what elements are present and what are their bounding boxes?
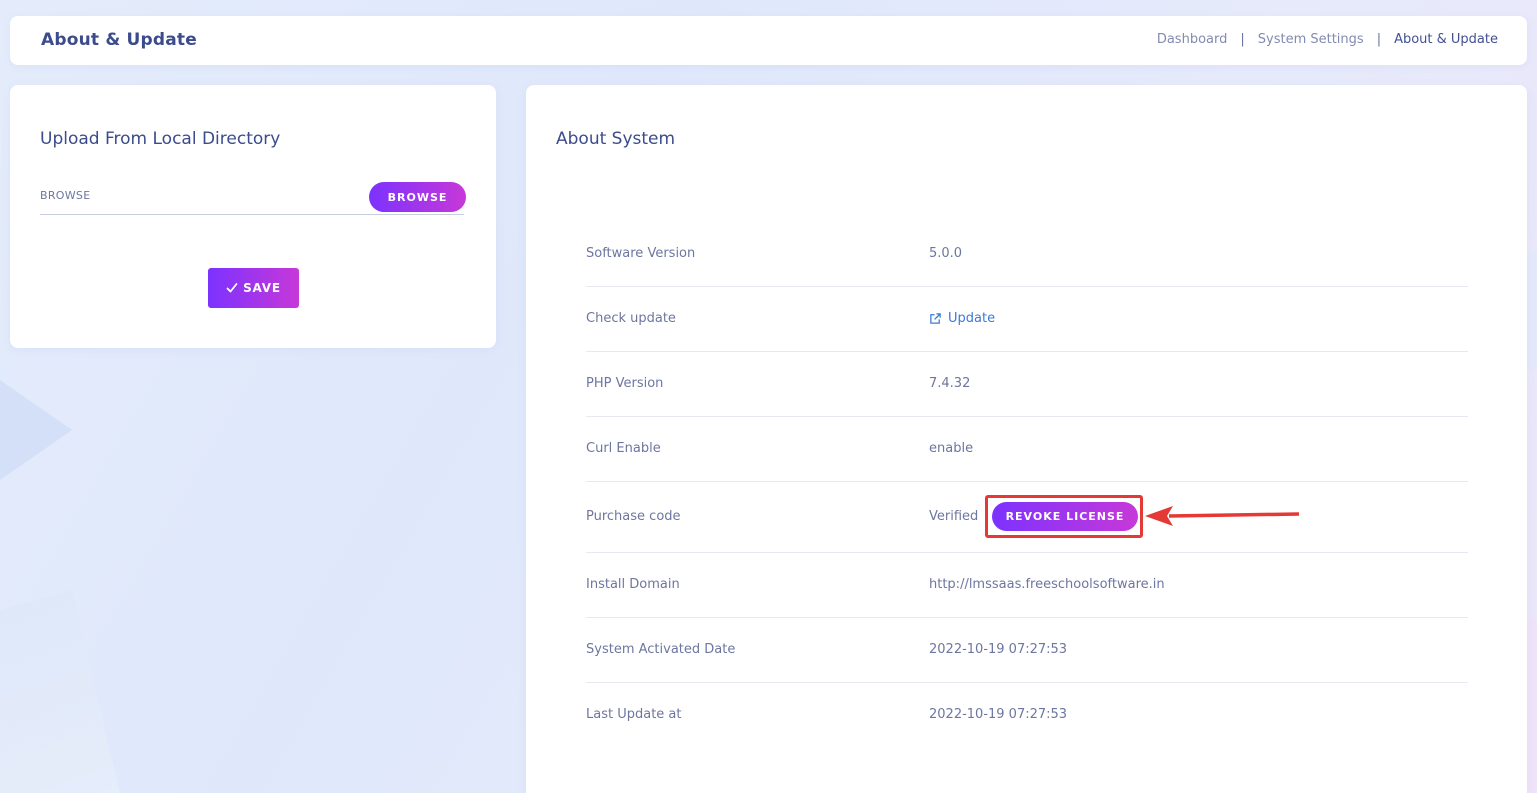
checkmark-icon (226, 283, 238, 293)
info-value: 7.4.32 (929, 376, 971, 391)
about-system-card: About System Software Version 5.0.0 Chec… (526, 85, 1527, 793)
save-button-label: SAVE (243, 281, 281, 295)
info-value: Update (929, 311, 995, 326)
update-link[interactable]: Update (929, 311, 995, 326)
info-row-software-version: Software Version 5.0.0 (586, 220, 1468, 287)
info-value: 2022-10-19 07:27:53 (929, 642, 1068, 657)
about-card-title: About System (556, 129, 676, 149)
info-row-last-update: Last Update at 2022-10-19 07:27:53 (586, 683, 1468, 748)
info-row-php-version: PHP Version 7.4.32 (586, 352, 1468, 417)
breadcrumb-dashboard[interactable]: Dashboard (1157, 32, 1228, 47)
info-row-check-update: Check update Update (586, 287, 1468, 352)
revoke-license-button[interactable]: REVOKE LICENSE (992, 502, 1138, 531)
breadcrumb-separator: | (1240, 32, 1245, 47)
background-shape (0, 380, 72, 480)
upload-card-title: Upload From Local Directory (40, 129, 281, 149)
info-label: Software Version (586, 246, 696, 261)
breadcrumb-current: About & Update (1394, 32, 1498, 47)
page-title: About & Update (41, 30, 197, 50)
page-header: About & Update Dashboard | System Settin… (10, 16, 1527, 65)
save-button[interactable]: SAVE (208, 268, 299, 308)
info-value: 5.0.0 (929, 246, 963, 261)
update-link-label: Update (948, 311, 996, 326)
red-arrow-icon (1145, 506, 1300, 526)
info-label: Curl Enable (586, 441, 661, 456)
info-value: enable (929, 441, 974, 456)
info-label: Check update (586, 311, 676, 326)
info-label: Install Domain (586, 577, 680, 592)
info-value: http://lmssaas.freeschoolsoftware.in (929, 577, 1165, 592)
info-label: System Activated Date (586, 642, 736, 657)
breadcrumb: Dashboard | System Settings | About & Up… (1157, 32, 1498, 47)
breadcrumb-system-settings[interactable]: System Settings (1258, 32, 1364, 47)
info-label: Purchase code (586, 509, 681, 524)
file-input-label[interactable]: BROWSE (40, 189, 90, 202)
browse-button[interactable]: BROWSE (369, 182, 466, 212)
info-value: Verified (929, 509, 979, 524)
breadcrumb-separator: | (1376, 32, 1382, 47)
info-row-install-domain: Install Domain http://lmssaas.freeschool… (586, 553, 1468, 618)
info-label: Last Update at (586, 707, 682, 722)
highlight-box: REVOKE LICENSE (985, 495, 1143, 538)
info-row-curl-enable: Curl Enable enable (586, 417, 1468, 482)
info-row-activated-date: System Activated Date 2022-10-19 07:27:5… (586, 618, 1468, 683)
background-shape (0, 590, 120, 793)
external-link-icon (930, 313, 941, 324)
info-label: PHP Version (586, 376, 664, 391)
info-value: 2022-10-19 07:27:53 (929, 707, 1068, 722)
file-input-underline (40, 214, 464, 215)
upload-card: Upload From Local Directory BROWSE BROWS… (10, 85, 496, 348)
